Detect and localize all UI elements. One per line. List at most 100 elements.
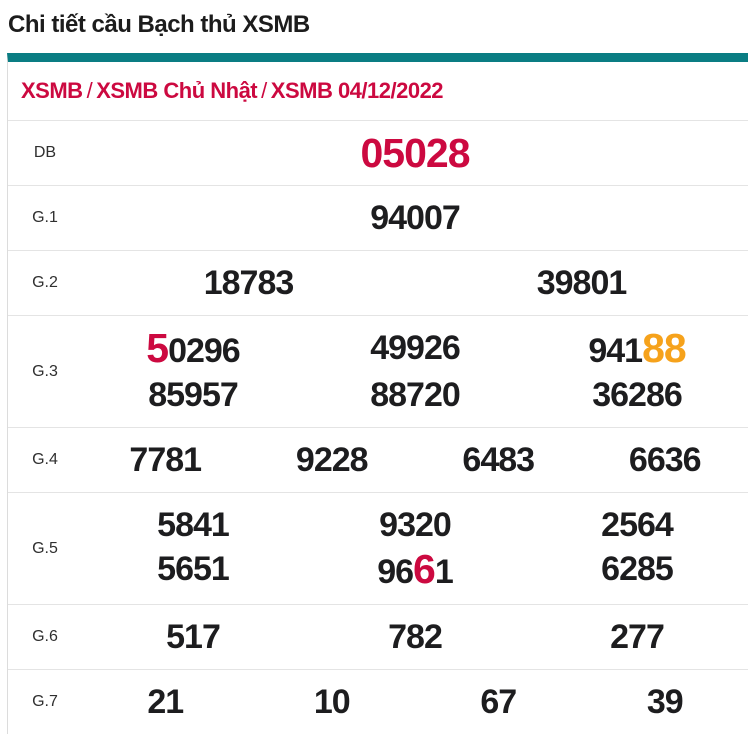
digit-segment: 5651 — [157, 550, 229, 588]
highlighted-digits: 05028 — [360, 130, 469, 176]
breadcrumb-link[interactable]: XSMB Chủ Nhật — [96, 78, 257, 103]
prize-number: 94188 — [526, 326, 748, 373]
digit-segment: 5841 — [157, 506, 229, 544]
prize-line: 21 10 67 39 — [82, 680, 748, 724]
prize-number: 9661 — [304, 547, 526, 594]
digit-segment: 39 — [647, 683, 683, 721]
breadcrumb-separator: / — [83, 78, 97, 103]
prize-values: 05028 — [82, 121, 748, 186]
prize-number: 88720 — [304, 373, 526, 417]
results-table: DB05028G.194007G.21878339801G.3502964992… — [8, 120, 748, 734]
table-row-g5: G.5 5841 9320 2564 5651 9661 6285 — [8, 493, 748, 605]
prize-line: 517 782 277 — [82, 615, 748, 659]
prize-number: 9228 — [249, 438, 416, 482]
digit-segment: 21 — [147, 683, 183, 721]
digit-segment: 94007 — [370, 199, 460, 237]
prize-label: G.6 — [8, 605, 82, 670]
digit-segment: 6285 — [601, 550, 673, 588]
prize-number: 5841 — [82, 503, 304, 547]
digit-segment: 0296 — [168, 332, 240, 370]
prize-line: 5651 9661 6285 — [82, 547, 748, 594]
prize-number: 517 — [82, 615, 304, 659]
prize-number: 21 — [82, 680, 249, 724]
prize-number: 36286 — [526, 373, 748, 417]
digit-segment: 782 — [388, 618, 442, 656]
table-row-g7: G.7 21 10 67 39 — [8, 670, 748, 734]
breadcrumb-link[interactable]: XSMB 04/12/2022 — [271, 78, 443, 103]
digit-segment: 7781 — [129, 441, 201, 479]
digit-segment: 96 — [377, 553, 413, 591]
digit-segment: 85957 — [148, 376, 238, 414]
breadcrumb-link[interactable]: XSMB — [21, 78, 83, 103]
digit-segment: 6636 — [629, 441, 701, 479]
prize-label: G.4 — [8, 428, 82, 493]
digit-segment: 88720 — [370, 376, 460, 414]
prize-values: 517 782 277 — [82, 605, 748, 670]
digit-segment: 941 — [588, 332, 642, 370]
prize-label: G.2 — [8, 251, 82, 316]
prize-number: 2564 — [526, 503, 748, 547]
digit-segment: 9228 — [296, 441, 368, 479]
table-row-g2: G.2 18783 39801 — [8, 251, 748, 316]
prize-number: 39801 — [415, 261, 748, 305]
prize-line: 05028 — [82, 131, 748, 175]
prize-number: 5651 — [82, 547, 304, 594]
prize-values: 18783 39801 — [82, 251, 748, 316]
digit-segment: 2564 — [601, 506, 673, 544]
table-row-g3: G.3502964992694188859578872036286 — [8, 316, 748, 428]
prize-values: 5841 9320 2564 5651 9661 6285 — [82, 493, 748, 605]
table-row-g6: G.6 517 782 277 — [8, 605, 748, 670]
highlighted-digits: 6 — [413, 546, 435, 592]
prize-line: 85957 88720 36286 — [82, 373, 748, 417]
prize-line: 94007 — [82, 196, 748, 240]
digit-segment: 10 — [314, 683, 350, 721]
prize-number: 6285 — [526, 547, 748, 594]
breadcrumb: XSMB/XSMB Chủ Nhật/XSMB 04/12/2022 — [8, 62, 748, 120]
prize-number: 277 — [526, 615, 748, 659]
prize-values: 21 10 67 39 — [82, 670, 748, 734]
page-title: Chi tiết cầu Bạch thủ XSMB — [0, 0, 748, 53]
prize-number: 49926 — [304, 326, 526, 373]
page: Chi tiết cầu Bạch thủ XSMB XSMB/XSMB Chủ… — [0, 0, 748, 734]
digit-segment: 18783 — [204, 264, 294, 302]
highlighted-digits: 5 — [146, 325, 168, 371]
prize-number: 05028 — [82, 131, 748, 175]
prize-number: 6636 — [582, 438, 748, 482]
digit-segment: 49926 — [370, 329, 460, 367]
prize-line: 50296 49926 94188 — [82, 326, 748, 373]
breadcrumb-separator: / — [257, 78, 271, 103]
prize-number: 782 — [304, 615, 526, 659]
digit-segment: 6483 — [462, 441, 534, 479]
prize-line: 7781 9228 6483 6636 — [82, 438, 748, 482]
prize-line: 5841 9320 2564 — [82, 503, 748, 547]
digit-segment: 1 — [435, 553, 453, 591]
prize-label: G.5 — [8, 493, 82, 605]
table-row-g1: G.1 94007 — [8, 186, 748, 251]
prize-number: 9320 — [304, 503, 526, 547]
prize-number: 7781 — [82, 438, 249, 482]
prize-line: 18783 39801 — [82, 261, 748, 305]
table-row-g4: G.4 7781 9228 6483 6636 — [8, 428, 748, 493]
prize-number: 6483 — [415, 438, 582, 482]
digit-segment: 67 — [480, 683, 516, 721]
prize-label: G.7 — [8, 670, 82, 734]
prize-number: 18783 — [82, 261, 415, 305]
prize-values: 94007 — [82, 186, 748, 251]
highlighted-digits: 88 — [642, 325, 686, 371]
digit-segment: 36286 — [592, 376, 682, 414]
prize-label: DB — [8, 121, 82, 186]
prize-number: 50296 — [82, 326, 304, 373]
table-row-db: DB 05028 — [8, 121, 748, 186]
prize-values: 7781 9228 6483 6636 — [82, 428, 748, 493]
digit-segment: 517 — [166, 618, 220, 656]
prize-values: 50296 49926 94188 85957 88720 36286 — [82, 316, 748, 428]
prize-number: 39 — [582, 680, 748, 724]
prize-number: 85957 — [82, 373, 304, 417]
digit-segment: 277 — [610, 618, 664, 656]
prize-number: 94007 — [82, 196, 748, 240]
prize-number: 10 — [249, 680, 416, 724]
prize-number: 67 — [415, 680, 582, 724]
result-panel: XSMB/XSMB Chủ Nhật/XSMB 04/12/2022 DB050… — [7, 53, 748, 734]
digit-segment: 9320 — [379, 506, 451, 544]
prize-label: G.1 — [8, 186, 82, 251]
